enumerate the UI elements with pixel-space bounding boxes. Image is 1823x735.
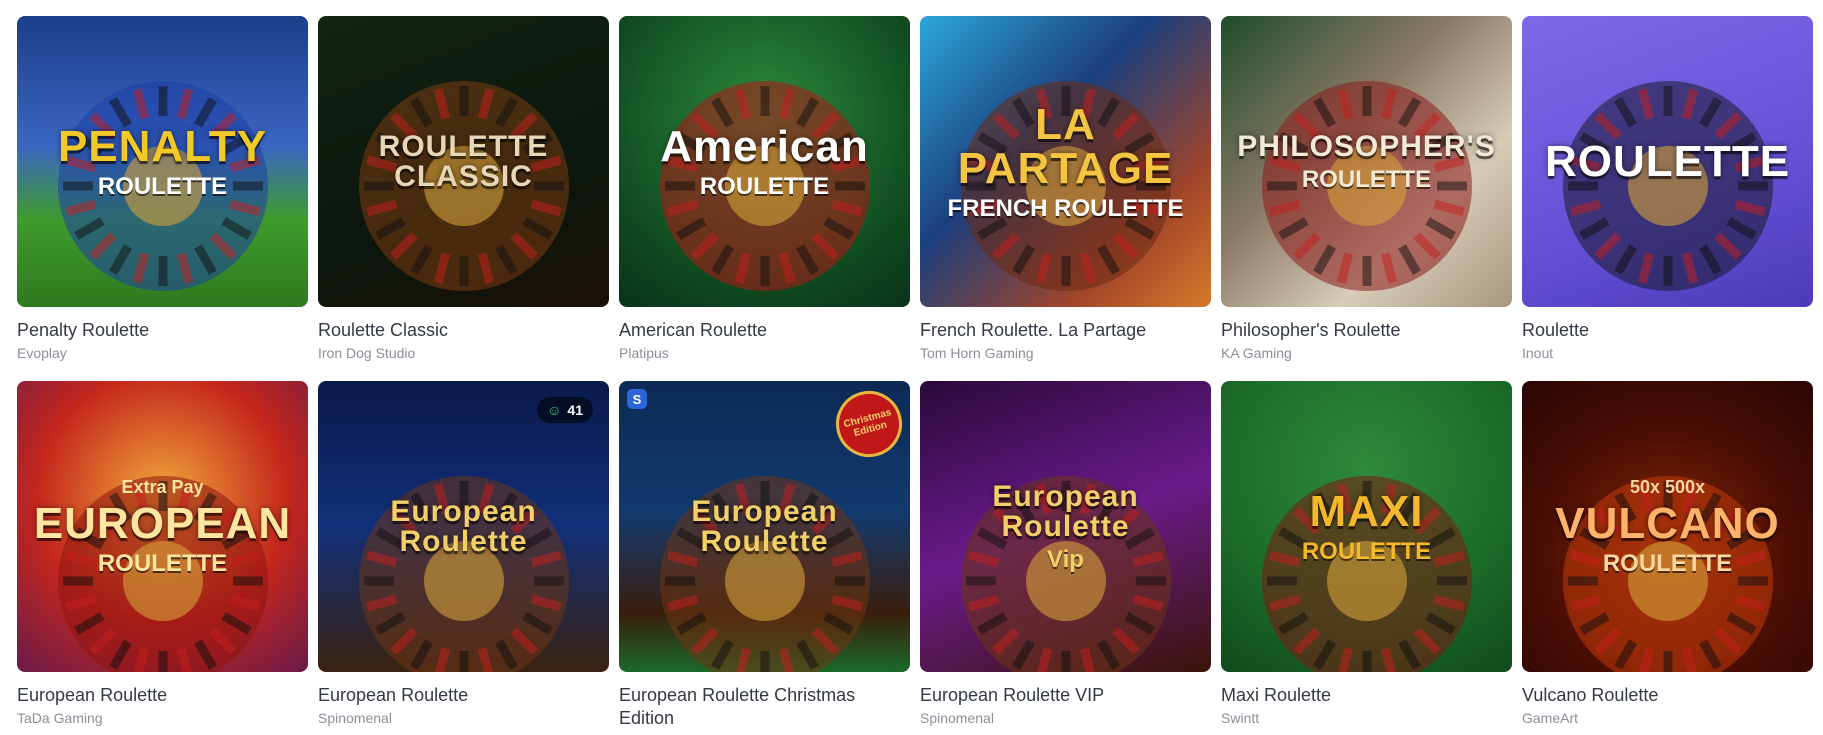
game-card[interactable]: European Roulette ☺ 41 European Roulette Spi… (318, 381, 609, 727)
game-logo-main: PHILOSOPHER'S (1237, 129, 1496, 163)
game-thumbnail[interactable]: European Roulette ☺ 41 (318, 381, 609, 672)
game-card[interactable]: Extra Pay EUROPEAN ROULETTE European Roulet… (17, 381, 308, 727)
game-thumbnail[interactable]: ROULETTE CLASSIC (318, 16, 609, 307)
game-provider: Tom Horn Gaming (920, 345, 1034, 361)
game-card[interactable]: European Roulette Vip European Roulette VI… (920, 381, 1211, 727)
game-provider: Spinomenal (920, 710, 994, 726)
game-card[interactable]: ROULETTE CLASSIC Roulette Classic Iron Dog… (318, 16, 609, 362)
game-logo-main: LA PARTAGE (957, 99, 1174, 193)
game-logo-sub: ROULETTE (1301, 165, 1432, 193)
game-provider: TaDa Gaming (17, 710, 103, 726)
game-logo: PHILOSOPHER'S ROULETTE (1229, 129, 1504, 193)
game-logo-tag: 50x 500x (1629, 476, 1706, 497)
game-logo-main: European Roulette (691, 494, 838, 558)
game-card[interactable]: 50x 500x VULCANO ROULETTE Vulcano Roulette G… (1522, 381, 1813, 727)
game-card[interactable]: LA PARTAGE FRENCH ROULETTE French Roulette… (920, 16, 1211, 362)
game-logo-sub: ROULETTE (1301, 537, 1432, 565)
game-logo: European Roulette (619, 494, 910, 558)
game-title[interactable]: Roulette (1522, 319, 1813, 342)
game-logo: LA PARTAGE FRENCH ROULETTE (920, 99, 1211, 222)
game-title[interactable]: French Roulette. La Partage (920, 319, 1211, 342)
game-provider: Inout (1522, 345, 1554, 361)
game-provider: Spinomenal (318, 710, 392, 726)
game-logo-sub: FRENCH ROULETTE (947, 194, 1184, 222)
game-logo: ROULETTE (1537, 136, 1798, 186)
game-logo-sub: Vip (1047, 545, 1084, 573)
game-logo: 50x 500x VULCANO ROULETTE (1547, 478, 1788, 576)
game-thumbnail[interactable]: PHILOSOPHER'S ROULETTE (1221, 16, 1512, 307)
game-logo-main: PENALTY (57, 121, 268, 171)
game-title[interactable]: Philosopher's Roulette (1221, 319, 1512, 342)
game-card[interactable]: PENALTY ROULETTE Penalty Roulette Evoplay (17, 16, 308, 362)
game-thumbnail[interactable]: European Roulette Vip (920, 381, 1211, 672)
game-thumbnail[interactable]: American ROULETTE (619, 16, 910, 307)
game-logo-main: EUROPEAN (33, 498, 292, 548)
game-title[interactable]: American Roulette (619, 319, 910, 342)
game-title[interactable]: European Roulette (17, 684, 308, 707)
game-logo: American ROULETTE (652, 121, 877, 200)
game-title[interactable]: Penalty Roulette (17, 319, 308, 342)
game-logo-main: European Roulette (992, 479, 1139, 543)
people-icon: ☺ (547, 402, 562, 418)
game-provider: Iron Dog Studio (318, 345, 416, 361)
game-logo-sub: ROULETTE (97, 549, 228, 577)
game-logo: Extra Pay EUROPEAN ROULETTE (26, 478, 299, 576)
game-card[interactable]: American ROULETTE American Roulette Platipu… (619, 16, 910, 362)
game-logo: European Roulette Vip (920, 479, 1211, 573)
game-thumbnail[interactable]: Extra Pay EUROPEAN ROULETTE (17, 381, 308, 672)
edition-seal: Christmas Edition (828, 383, 910, 465)
game-thumbnail[interactable]: LA PARTAGE FRENCH ROULETTE (920, 16, 1211, 307)
game-logo-sub: ROULETTE (97, 172, 228, 200)
game-title[interactable]: Vulcano Roulette (1522, 684, 1813, 707)
game-card[interactable]: ROULETTE Roulette Inout (1522, 16, 1813, 362)
game-thumbnail[interactable]: European Roulette S Christmas Edition (619, 381, 910, 672)
game-logo: MAXI ROULETTE (1294, 486, 1439, 565)
game-title[interactable]: European Roulette VIP (920, 684, 1211, 707)
game-logo-tag: Extra Pay (121, 476, 204, 497)
game-logo: ROULETTE CLASSIC (318, 129, 609, 193)
game-provider: Platipus (619, 345, 669, 361)
game-thumbnail[interactable]: 50x 500x VULCANO ROULETTE (1522, 381, 1813, 672)
game-logo-main: European Roulette (390, 494, 537, 558)
live-players-badge: ☺ 41 (537, 397, 593, 423)
roulette-wheel-icon (1563, 81, 1773, 291)
game-logo-main: ROULETTE (1544, 136, 1791, 186)
game-title[interactable]: Roulette Classic (318, 319, 609, 342)
game-card[interactable]: European Roulette S Christmas Edition Europ… (619, 381, 910, 730)
game-logo: PENALTY ROULETTE (50, 121, 275, 200)
game-thumbnail[interactable]: ROULETTE (1522, 16, 1813, 307)
game-logo-main: American (660, 121, 869, 171)
game-title[interactable]: Maxi Roulette (1221, 684, 1512, 707)
game-title[interactable]: European Roulette Christmas Edition (619, 684, 910, 730)
game-title[interactable]: European Roulette (318, 684, 609, 707)
game-logo-sub: ROULETTE (1602, 549, 1733, 577)
game-thumbnail[interactable]: MAXI ROULETTE (1221, 381, 1512, 672)
game-logo-main: MAXI (1309, 486, 1424, 536)
game-logo: European Roulette (318, 494, 609, 558)
game-card[interactable]: MAXI ROULETTE Maxi Roulette Swintt (1221, 381, 1512, 727)
provider-logo-icon: S (627, 389, 647, 409)
game-provider: Evoplay (17, 345, 67, 361)
game-logo-main: ROULETTE CLASSIC (378, 129, 549, 193)
game-thumbnail[interactable]: PENALTY ROULETTE (17, 16, 308, 307)
game-logo-main: VULCANO (1555, 498, 1780, 548)
game-provider: KA Gaming (1221, 345, 1292, 361)
game-card[interactable]: PHILOSOPHER'S ROULETTE Philosopher's Roule… (1221, 16, 1512, 362)
game-provider: Swintt (1221, 710, 1260, 726)
game-provider: GameArt (1522, 710, 1579, 726)
game-logo-sub: ROULETTE (699, 172, 830, 200)
live-players-count: 41 (567, 402, 583, 418)
